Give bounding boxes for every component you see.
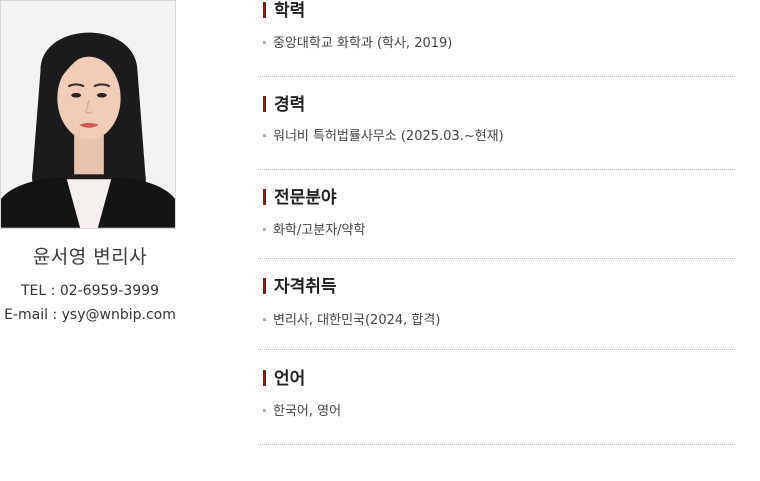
section-language: 언어 한국어, 영어 <box>258 0 735 445</box>
portrait-image <box>1 1 175 228</box>
list-item: 한국어, 영어 <box>263 404 341 420</box>
section-title: 언어 <box>258 369 305 389</box>
contact-phone: TEL : 02-6959-3999 <box>21 283 159 299</box>
title-accent-bar <box>263 370 266 386</box>
bullet-icon <box>263 409 266 412</box>
profile-name: 윤서영 변리사 <box>32 246 148 268</box>
section-title-text: 언어 <box>274 369 306 389</box>
profile-photo <box>0 0 176 229</box>
contact-email: E-mail : ysy@wnbip.com <box>4 307 176 323</box>
list-item-text: 한국어, 영어 <box>273 404 342 419</box>
